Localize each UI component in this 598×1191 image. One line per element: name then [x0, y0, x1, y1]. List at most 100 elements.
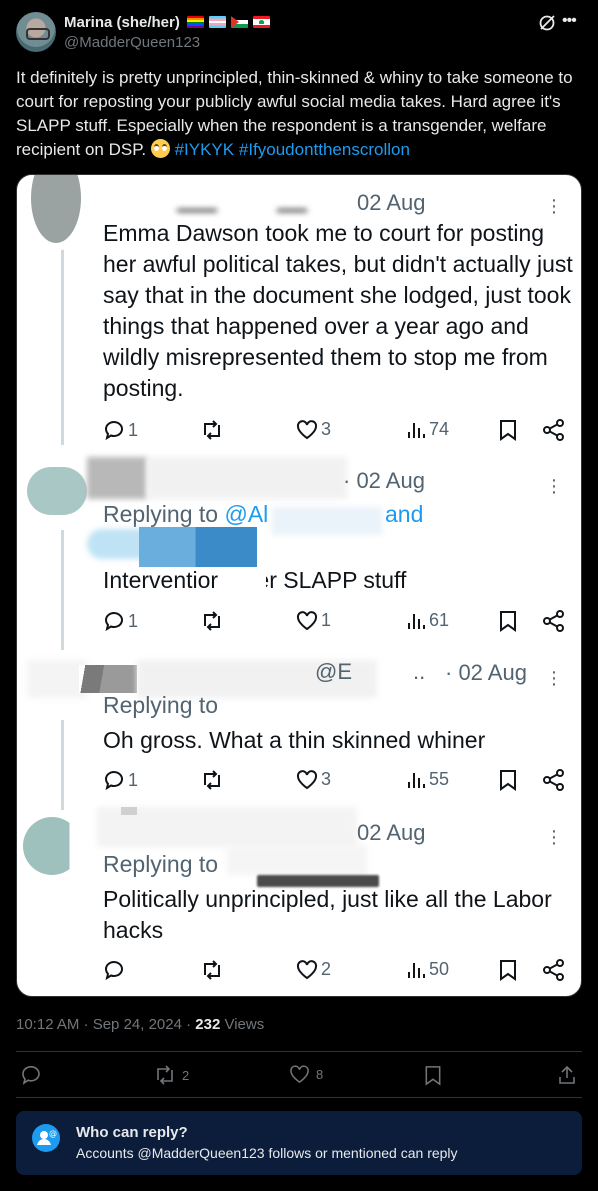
- redaction: [227, 845, 367, 875]
- author-display-name[interactable]: Marina (she/her): [64, 14, 180, 31]
- avatar: [23, 175, 89, 251]
- reply-count: 1: [128, 610, 139, 631]
- repost-icon: [200, 769, 224, 791]
- author-flags: [187, 16, 270, 28]
- divider: [16, 1097, 582, 1098]
- replying-to: Replying to @Al: [103, 501, 268, 528]
- avatar: [23, 817, 81, 875]
- reply-icon: [103, 959, 128, 981]
- reply-button[interactable]: [21, 1065, 47, 1085]
- share-icon: [543, 769, 565, 791]
- repost-count: 2: [182, 1067, 190, 1083]
- like-icon: 3: [296, 769, 331, 790]
- palestine-flag-icon: [231, 16, 248, 28]
- mention-user-icon: @: [32, 1124, 60, 1152]
- views-count: 50: [429, 959, 450, 979]
- post-media-screenshot[interactable]: 02 Aug · · · Emma Dawson took me to court …: [16, 174, 582, 997]
- like-icon: 2: [296, 959, 331, 980]
- redaction: [272, 507, 382, 535]
- transgender-flag-icon: [209, 16, 226, 28]
- reply-icon: 1: [103, 419, 138, 441]
- post-actions: 1 3 74: [103, 419, 565, 445]
- share-button[interactable]: [557, 1065, 577, 1085]
- redaction: [177, 209, 217, 212]
- hashtag-link[interactable]: #IYKYK: [175, 140, 235, 159]
- views-count: 74: [429, 419, 450, 439]
- bookmark-button[interactable]: [424, 1065, 442, 1086]
- replying-to-label: Replying to: [103, 501, 225, 527]
- bookmark-icon: [499, 959, 517, 981]
- share-icon: [543, 959, 565, 981]
- more-options-icon: · · ·: [550, 189, 558, 223]
- bookmark-icon: [499, 769, 517, 791]
- lebanon-flag-icon: [253, 16, 270, 28]
- more-options-icon: · · ·: [550, 469, 558, 503]
- heart-icon: [290, 1065, 309, 1084]
- repost-icon: [157, 1065, 173, 1085]
- share-icon: [543, 610, 565, 632]
- thread-line: [61, 245, 64, 445]
- who-can-reply-subtitle: Accounts @MadderQueen123 follows or ment…: [76, 1145, 458, 1161]
- share-icon: [543, 419, 565, 441]
- post-date: · 02 Aug: [445, 660, 527, 685]
- post-text: It definitely is pretty unprincipled, th…: [16, 66, 586, 162]
- post-text: Politically unprincipled, just like all …: [103, 886, 552, 943]
- repost-icon: [200, 959, 224, 981]
- views-icon: 50: [406, 959, 449, 980]
- divider: [16, 1051, 582, 1052]
- reply-count: 1: [128, 769, 139, 790]
- repost-button[interactable]: 2: [154, 1065, 189, 1085]
- views-icon: 61: [406, 610, 449, 631]
- post-actions: 1 1 61: [103, 610, 565, 636]
- bookmark-icon: [425, 1066, 441, 1086]
- avatar: [79, 665, 137, 693]
- redaction: [230, 567, 266, 595]
- replying-to-label: Replying to: [103, 851, 219, 877]
- share-upload-icon: [559, 1065, 575, 1084]
- repost-icon: [200, 610, 224, 632]
- replying-to-label: Replying to: [103, 692, 219, 718]
- reply-icon: [22, 1066, 40, 1085]
- post-time[interactable]: 10:12 AM · Sep 24, 2024 ·: [16, 1016, 195, 1033]
- post-date: 02 Aug: [357, 190, 426, 215]
- rainbow-flag-icon: [187, 16, 204, 28]
- like-button[interactable]: 8: [289, 1065, 323, 1084]
- grok-icon[interactable]: [537, 13, 557, 33]
- redaction: [139, 527, 257, 567]
- reply-icon: 1: [103, 769, 138, 791]
- author-avatar[interactable]: [16, 12, 56, 52]
- redaction: [27, 660, 87, 698]
- views-label: Views: [220, 1016, 265, 1033]
- post-date: · 02 Aug: [343, 468, 425, 493]
- post-text: Oh gross. What a thin skinned whiner: [103, 727, 486, 753]
- reply-mention: and: [385, 501, 424, 527]
- like-count: 3: [321, 769, 332, 789]
- views-icon: 74: [406, 419, 449, 440]
- reply-count: 1: [128, 419, 139, 440]
- thread-line: [61, 530, 64, 650]
- views-count: 61: [429, 610, 450, 630]
- post-separator: ..: [413, 659, 426, 684]
- views-count: 232: [195, 1016, 221, 1033]
- like-count: 1: [321, 610, 332, 630]
- more-options-icon: · · ·: [550, 820, 558, 854]
- post-timestamp[interactable]: 10:12 AM · Sep 24, 2024 · 232 Views: [16, 1016, 264, 1033]
- bookmark-icon: [499, 419, 517, 441]
- views-count: 55: [429, 769, 450, 789]
- like-count: 3: [321, 419, 332, 439]
- thread-line: [61, 720, 64, 810]
- views-icon: 55: [406, 769, 449, 790]
- like-count: 2: [321, 959, 332, 979]
- redaction: [147, 457, 347, 499]
- rolling-eyes-emoji-icon: [150, 139, 170, 158]
- post-handle: @E: [315, 659, 353, 684]
- author-handle[interactable]: @MadderQueen123: [64, 34, 200, 51]
- redaction: [277, 209, 307, 212]
- like-icon: 3: [296, 419, 331, 440]
- more-options-icon[interactable]: •••: [562, 12, 577, 30]
- hashtag-link[interactable]: #Ifyoudontthenscrollon: [239, 140, 410, 159]
- like-icon: 1: [296, 610, 331, 631]
- redaction: [87, 457, 147, 499]
- post-actions: 1 3 55: [103, 769, 565, 795]
- redaction: [121, 807, 137, 815]
